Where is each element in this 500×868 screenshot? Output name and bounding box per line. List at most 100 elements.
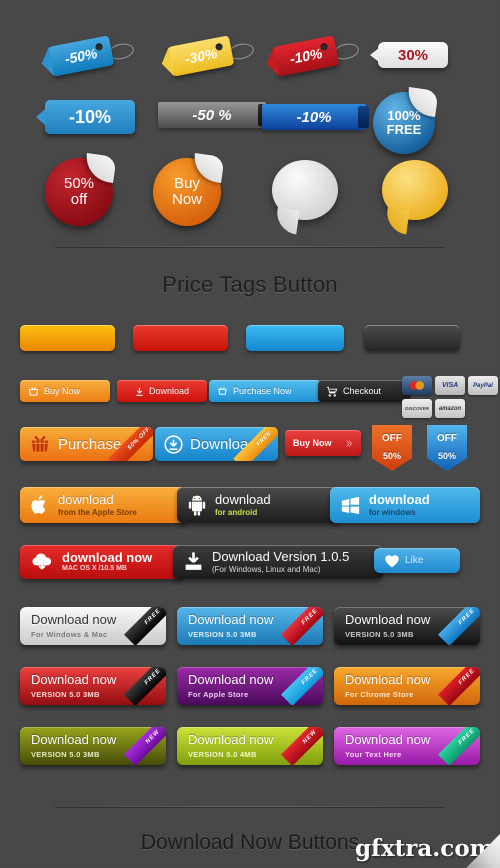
price-tag-label: 30% (397, 46, 429, 64)
plain-button-dark[interactable] (364, 325, 460, 351)
payment-card-visa[interactable]: VISA (435, 376, 465, 395)
buy-now-arrow-button[interactable]: Buy Now (285, 430, 361, 456)
action-button-checkout[interactable]: Checkout (318, 380, 410, 402)
cloud-download-icon (32, 553, 52, 570)
download-now-button[interactable]: Download now VERSION 5.0 3MB NEW (20, 727, 166, 765)
bubble-tail (384, 207, 410, 235)
tag-notch (38, 46, 55, 79)
download-now-button[interactable]: Download now VERSION 5.0 3MB FREE (334, 607, 480, 645)
payment-card-label: DISCOVER (405, 406, 429, 411)
windows-icon (341, 496, 360, 514)
platform-button-apple[interactable]: download from the Apple Store (20, 487, 188, 523)
ribbon-button-label: Purchase (58, 435, 122, 453)
payment-card-label: VISA (441, 382, 459, 389)
plain-button-orange[interactable] (20, 325, 115, 351)
mastercard-icon (409, 380, 425, 390)
down-arrow-icon (136, 387, 143, 396)
corner-ribbon-label: 50% OFF (126, 427, 152, 451)
payment-card-paypal[interactable]: PayPal (468, 376, 498, 395)
payment-card-label: amazon (438, 405, 462, 412)
pennant-off-blue[interactable]: OFF 50% (427, 425, 467, 471)
price-tag-swing-red[interactable]: -10% (263, 34, 375, 80)
download-now-button[interactable]: Download now Your Text Here FREE (334, 727, 480, 765)
download-now-mac-button[interactable]: download now MAC OS X /10.5 MB (20, 545, 183, 579)
download-now-button[interactable]: Download now For Chrome Store FREE (334, 667, 480, 705)
price-tag-label: 100% FREE (386, 108, 422, 137)
page-title-price-tags: Price Tags Button (162, 272, 338, 297)
price-tag-swing-yellow[interactable]: -30% (158, 34, 270, 80)
cart-icon (218, 386, 227, 395)
apple-icon (31, 495, 46, 514)
download-now-button[interactable]: Download now VERSION 5.0 3MB FREE (20, 667, 166, 705)
download-circle-icon (164, 434, 183, 454)
download-now-button[interactable]: Download now VERSION 5.0 3MB FREE (177, 607, 323, 645)
price-tag-label: -10% (288, 45, 324, 67)
ribbon-button-purchase[interactable]: Purchase 50% OFF (20, 427, 153, 461)
price-tag-label: -30% (183, 45, 219, 67)
action-button-label: Buy Now (44, 386, 81, 396)
price-tag-sticker-50off[interactable]: 50% off (45, 153, 117, 226)
watermark: gfxtra.com (354, 835, 494, 862)
price-tag-label: Buy Now (171, 175, 202, 208)
heart-icon (385, 554, 399, 567)
cart-icon (326, 386, 338, 397)
action-button-buy-now[interactable]: Buy Now (20, 380, 110, 402)
platform-line2: for android (215, 507, 258, 517)
download-now-button[interactable]: Download now For Windows & Mac FREE (20, 607, 166, 645)
tag-notch (36, 108, 46, 126)
download-line1: Download Version 1.0.5 (212, 548, 350, 564)
like-button[interactable]: Like (374, 548, 460, 573)
platform-button-windows[interactable]: download for windows (330, 487, 480, 523)
basket-icon (28, 386, 39, 396)
price-tag-label: 50% off (63, 175, 95, 208)
payment-card-amazon[interactable]: amazon (435, 399, 465, 418)
download-now-button[interactable]: Download now VERSION 5.0 4MB NEW (177, 727, 323, 765)
platform-line1: download (215, 491, 271, 507)
divider-bottom (55, 806, 445, 807)
action-button-label: Purchase Now (233, 386, 292, 396)
platform-line1: download (369, 491, 430, 507)
pennant-bottom-label: 50% (437, 451, 456, 461)
price-tag-sticker-free[interactable]: 100% FREE (373, 87, 439, 154)
android-icon (188, 495, 206, 516)
buy-now-label: Buy Now (293, 438, 332, 448)
action-button-label: Download (148, 386, 190, 396)
action-button-label: Checkout (343, 386, 382, 396)
chevron-right-icon (346, 439, 352, 447)
plain-button-blue[interactable] (246, 325, 344, 351)
pennant-top-label: OFF (437, 433, 457, 444)
price-tag-swing-blue[interactable]: -50% (38, 34, 150, 80)
like-label: Like (405, 555, 424, 566)
download-now-button[interactable]: Download now For Apple Store FREE (177, 667, 323, 705)
pennant-top-label: OFF (382, 433, 402, 444)
download-line2: (For Windows, Linux and Mac) (212, 564, 321, 574)
download-version-button[interactable]: Download Version 1.0.5 (For Windows, Lin… (173, 545, 383, 579)
price-tag-ribbon-gray[interactable]: -50 % (158, 102, 270, 128)
bubble-tail (274, 207, 300, 235)
tag-notch (158, 46, 175, 79)
price-tag-sticker-buynow[interactable]: Buy Now (153, 153, 225, 226)
ribbon-button-download[interactable]: Download FREE (155, 427, 278, 461)
action-button-download[interactable]: Download (117, 380, 207, 402)
payment-card-label: PayPal (473, 382, 493, 389)
payment-card-discover[interactable]: DISCOVER (402, 399, 432, 418)
plain-button-red[interactable] (133, 325, 228, 351)
download-tray-icon (185, 552, 202, 570)
platform-line2: for windows (369, 507, 416, 517)
divider-top (55, 246, 445, 247)
speech-bubble-white[interactable] (272, 160, 338, 235)
price-tag-flag-blue[interactable]: -10% (36, 100, 135, 134)
download-line1: download now (62, 549, 153, 565)
tag-hole-icon (214, 42, 224, 51)
speech-bubble-yellow[interactable] (382, 160, 448, 235)
price-tag-ribbon-blue[interactable]: -10% (262, 104, 369, 130)
payment-card-mastercard[interactable] (402, 376, 432, 395)
price-tag-callout-white[interactable]: 30% (370, 42, 448, 68)
tag-hole-icon (319, 42, 329, 51)
action-button-purchase-now[interactable]: Purchase Now (209, 380, 321, 402)
price-tag-label: -10% (68, 106, 112, 127)
price-tag-label: -10% (296, 108, 332, 126)
platform-button-android[interactable]: download for android (177, 487, 340, 523)
pennant-bottom-label: 50% (382, 451, 401, 461)
pennant-off-orange[interactable]: OFF 50% (372, 425, 412, 471)
